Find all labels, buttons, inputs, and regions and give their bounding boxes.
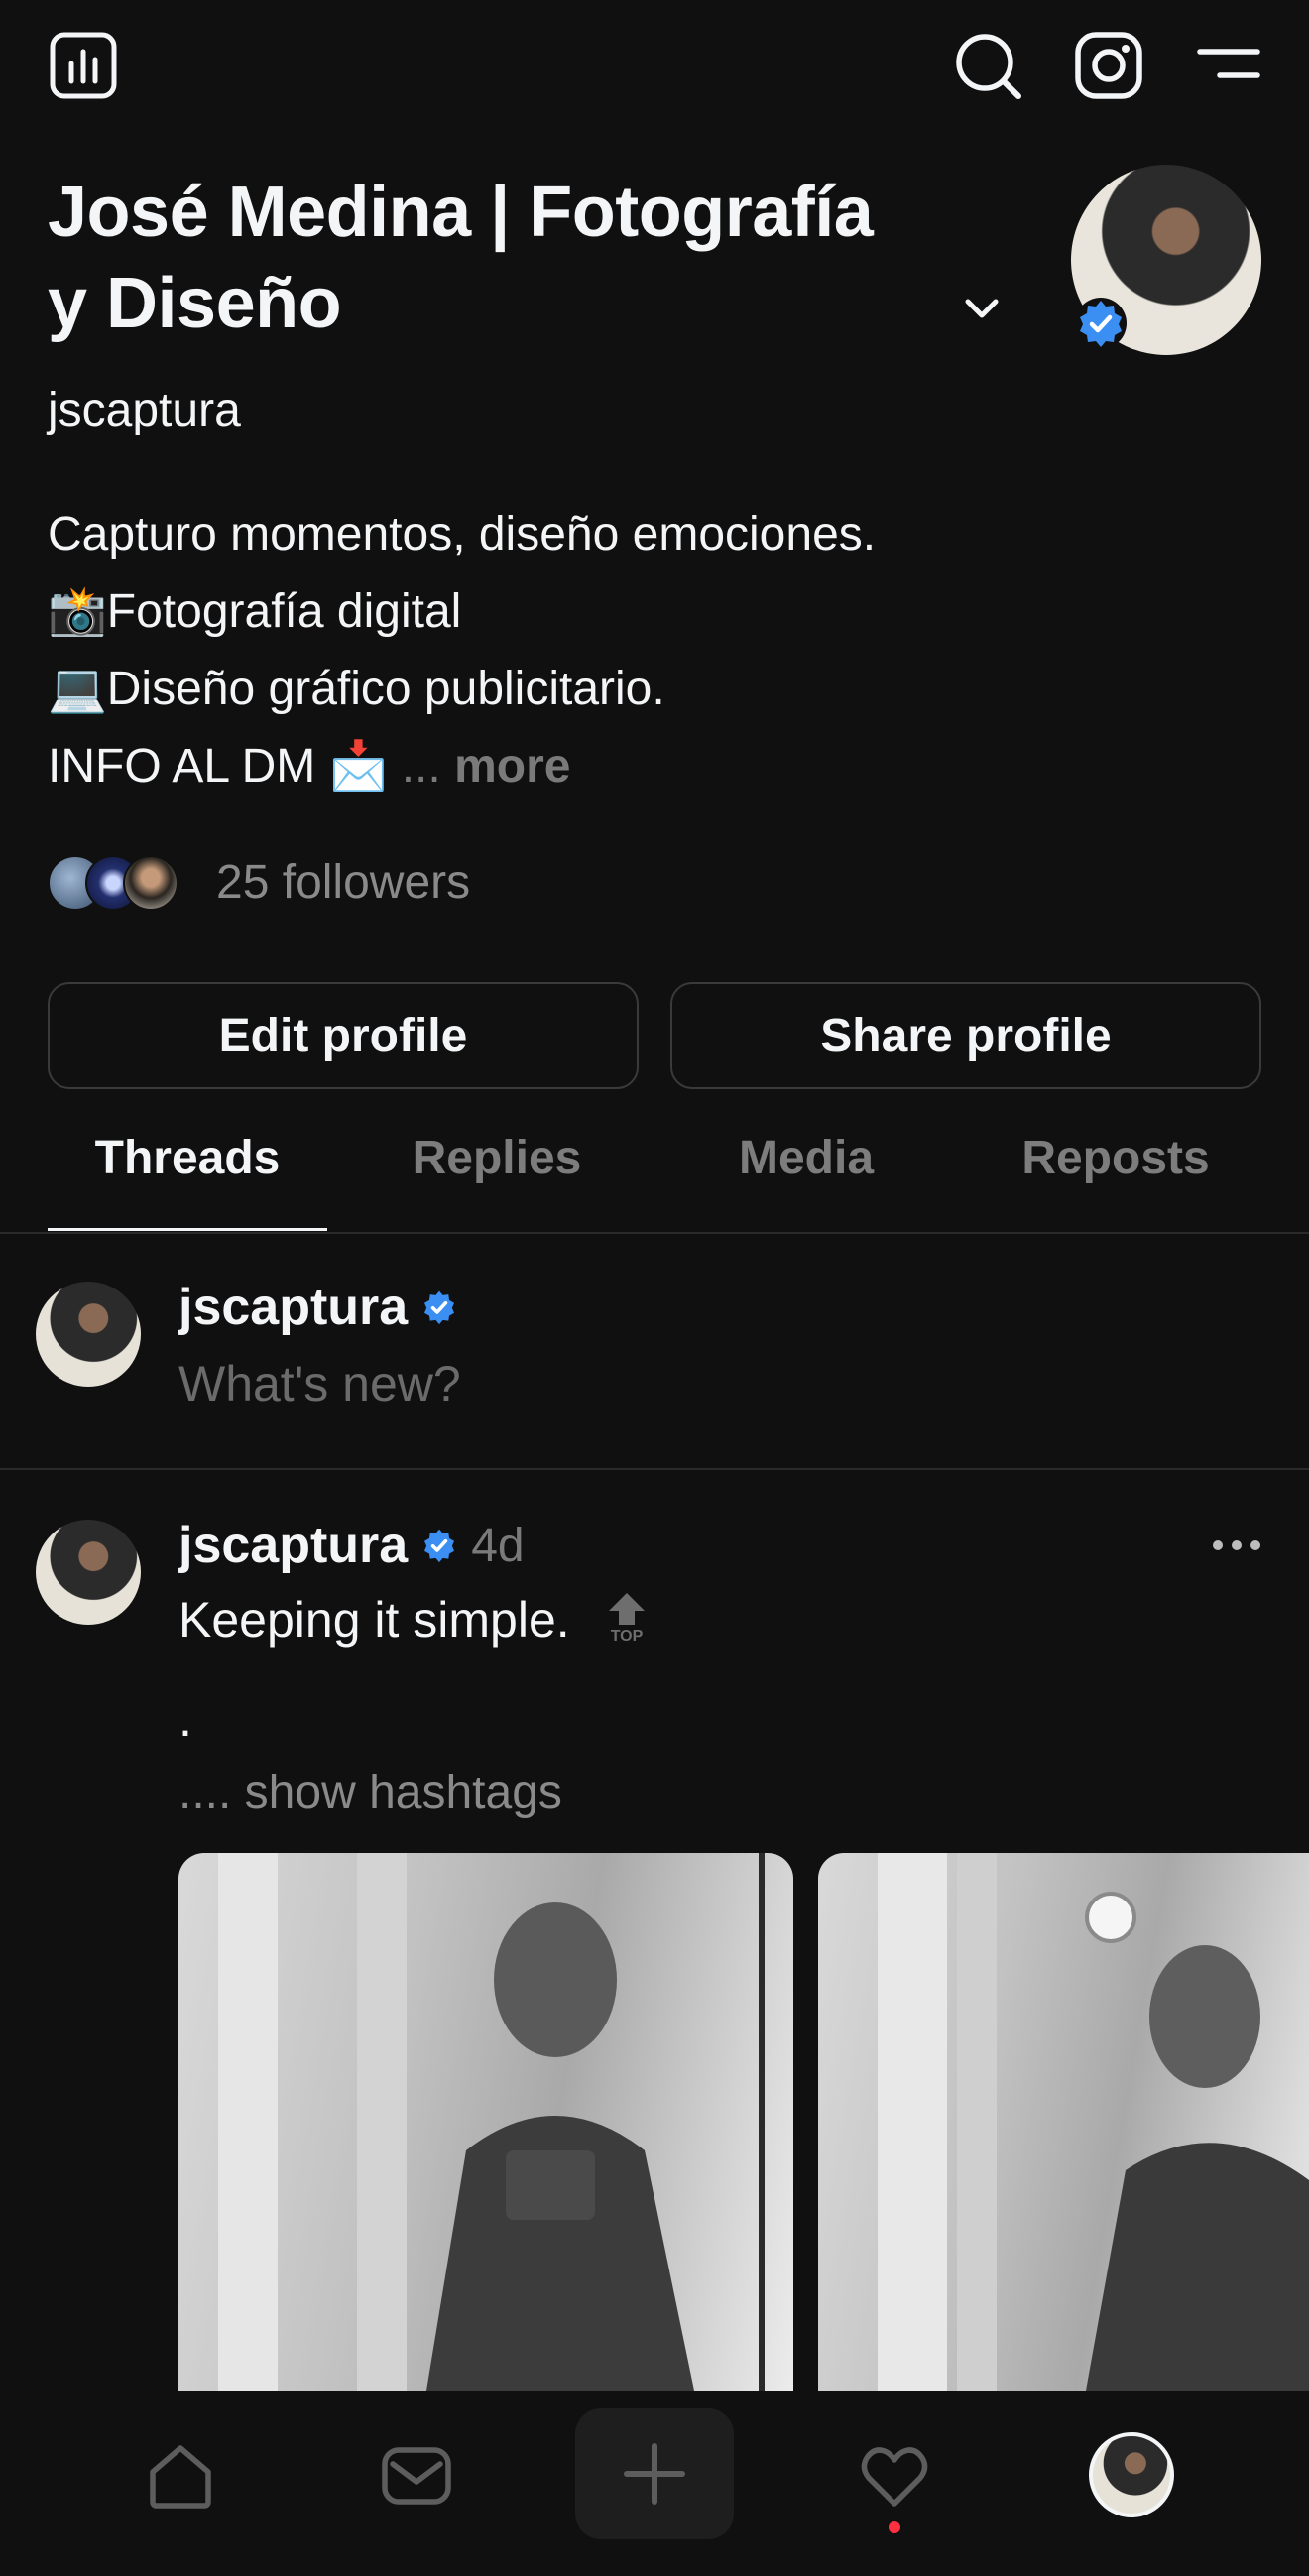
verified-badge-icon xyxy=(1073,296,1129,351)
insights-icon[interactable] xyxy=(48,30,119,101)
verified-badge-icon xyxy=(419,1288,459,1327)
composer-divider xyxy=(0,1468,1309,1470)
bio-ellipsis: ... xyxy=(401,740,441,793)
compose-button[interactable] xyxy=(575,2408,734,2539)
more-link[interactable]: more xyxy=(454,740,570,793)
verified-badge-icon xyxy=(419,1526,459,1565)
tabs-divider xyxy=(0,1232,1309,1234)
follower-avatar xyxy=(123,855,178,911)
menu-icon[interactable] xyxy=(1194,30,1265,101)
followers-avatars[interactable] xyxy=(48,855,186,911)
bio-line: INFO AL DM 📩 xyxy=(48,740,389,793)
composer-input[interactable]: What's new? xyxy=(178,1355,461,1412)
post-timestamp: 4d xyxy=(471,1519,525,1572)
followers-count[interactable]: 25 followers xyxy=(216,855,470,910)
inbox-icon[interactable] xyxy=(381,2444,452,2513)
profile-handle: jscaptura xyxy=(48,384,241,436)
tab-media[interactable]: Media xyxy=(666,1131,946,1230)
profile-name-line2: y Diseño xyxy=(48,264,342,343)
active-tab-indicator xyxy=(48,1228,327,1231)
edit-profile-button[interactable]: Edit profile xyxy=(48,982,639,1089)
home-icon[interactable] xyxy=(145,2440,216,2516)
post-text: Keeping it simple. xyxy=(178,1592,570,1648)
search-icon[interactable] xyxy=(952,30,1023,101)
share-profile-button[interactable]: Share profile xyxy=(670,982,1261,1089)
heart-icon[interactable] xyxy=(859,2444,930,2515)
chevron-down-icon[interactable] xyxy=(962,290,1002,329)
tab-replies[interactable]: Replies xyxy=(357,1131,637,1230)
instagram-icon[interactable] xyxy=(1073,30,1144,101)
post-username[interactable]: jscaptura xyxy=(178,1516,408,1575)
bio-line: 💻Diseño gráfico publicitario. xyxy=(48,663,665,715)
profile-tab-avatar[interactable] xyxy=(1089,2432,1174,2517)
activity-notification-dot xyxy=(889,2521,900,2533)
composer-header: jscaptura xyxy=(178,1278,459,1337)
bio-line: 📸Fotografía digital xyxy=(48,585,462,638)
tab-reposts[interactable]: Reposts xyxy=(976,1131,1255,1230)
show-hashtags-link[interactable]: .... show hashtags xyxy=(178,1766,562,1820)
post-dot: . xyxy=(178,1691,192,1747)
post-header: jscaptura 4d xyxy=(178,1516,525,1575)
post-avatar[interactable] xyxy=(36,1520,141,1625)
more-options-icon[interactable] xyxy=(1210,1532,1263,1559)
bio-line: Capturo momentos, diseño emociones. xyxy=(48,508,877,560)
profile-name-line1: José Medina | Fotografía xyxy=(48,173,874,252)
back-to-top-icon: TOP xyxy=(603,1591,651,1653)
profile-bio: Capturo momentos, diseño emociones. 📸Fot… xyxy=(48,496,876,805)
post-photo-1[interactable] xyxy=(178,1853,793,2391)
tab-threads[interactable]: Threads xyxy=(48,1131,327,1230)
profile-name: José Medina | Fotografía y Diseño xyxy=(48,167,960,349)
composer-avatar[interactable] xyxy=(36,1282,141,1387)
post-photo-2[interactable] xyxy=(818,1853,1309,2391)
composer-username[interactable]: jscaptura xyxy=(178,1278,408,1337)
top-label: TOP xyxy=(610,1628,644,1645)
